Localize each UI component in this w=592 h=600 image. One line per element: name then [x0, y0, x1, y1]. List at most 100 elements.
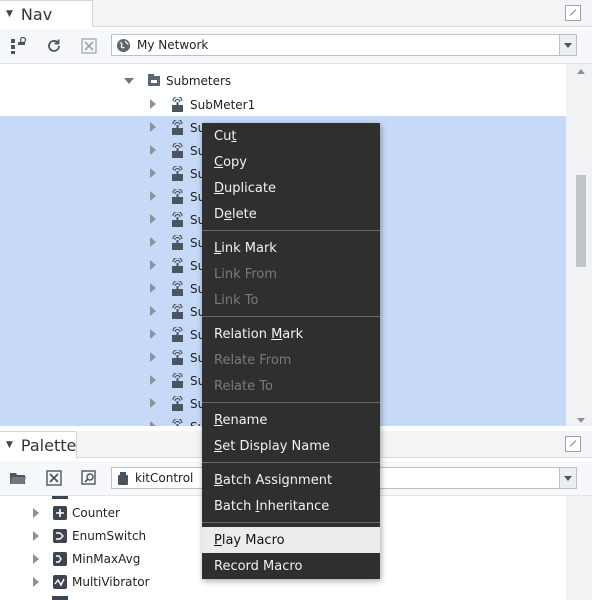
- scrollbar-thumb[interactable]: [576, 175, 586, 267]
- menu-item-label: Cut: [214, 128, 237, 144]
- menu-item-record-macro[interactable]: Record Macro: [202, 553, 380, 579]
- close-box-icon[interactable]: [44, 468, 64, 488]
- menu-item-relate-to: Relate To: [202, 373, 380, 399]
- menu-item-label: Link Mark: [214, 240, 277, 256]
- submeter-device-icon: [171, 394, 183, 411]
- menu-item-batch-assignment[interactable]: Batch Assignment: [202, 467, 380, 493]
- counter-icon: [53, 506, 67, 520]
- expand-arrow-icon[interactable]: [150, 398, 156, 408]
- chevron-down-icon[interactable]: [559, 35, 576, 55]
- multivibrator-icon: [53, 575, 67, 589]
- expand-arrow-icon[interactable]: [150, 214, 156, 224]
- expand-arrow-icon[interactable]: [33, 531, 39, 541]
- network-combo-text: My Network: [137, 38, 209, 52]
- submeter-device-icon: [171, 164, 183, 181]
- open-folder-icon[interactable]: [8, 468, 28, 488]
- nav-tab[interactable]: ▼ Nav: [0, 0, 93, 27]
- expand-arrow-icon[interactable]: [150, 99, 156, 109]
- expand-arrow-icon[interactable]: [150, 352, 156, 362]
- network-combo[interactable]: My Network: [111, 34, 577, 56]
- palette-title: Palette: [20, 435, 77, 455]
- expand-arrow-icon[interactable]: [150, 329, 156, 339]
- palette-item-label: EnumSwitch: [72, 529, 147, 543]
- expand-arrow-icon[interactable]: [33, 554, 39, 564]
- maximize-icon[interactable]: [565, 5, 581, 21]
- menu-item-label: Relate To: [214, 378, 273, 394]
- menu-separator: [202, 522, 380, 523]
- tree-row[interactable]: SubMeter1: [0, 93, 566, 116]
- menu-item-delete[interactable]: Delete: [202, 201, 380, 227]
- submeter-device-icon: [171, 348, 183, 365]
- expand-arrow-icon[interactable]: [150, 145, 156, 155]
- expand-arrow-icon[interactable]: [150, 122, 156, 132]
- tree-row-label: SubMeter1: [190, 97, 256, 112]
- palette-item-partial: [52, 596, 68, 600]
- menu-item-batch-inheritance[interactable]: Batch Inheritance: [202, 493, 380, 519]
- menu-item-cut[interactable]: Cut: [202, 123, 380, 149]
- min-max-avg-icon: [53, 552, 67, 566]
- refresh-icon[interactable]: [44, 36, 64, 56]
- expand-arrow-icon[interactable]: [150, 283, 156, 293]
- menu-item-label: Set Display Name: [214, 438, 330, 454]
- expand-arrow-icon[interactable]: [150, 260, 156, 270]
- menu-item-link-from: Link From: [202, 261, 380, 287]
- menu-separator: [202, 316, 380, 317]
- menu-item-label: Delete: [214, 206, 257, 222]
- close-box-icon[interactable]: [79, 36, 99, 56]
- menu-separator: [202, 230, 380, 231]
- tree-row-label: Submeters: [166, 73, 232, 88]
- nav-scrollbar[interactable]: [566, 64, 592, 426]
- menu-item-copy[interactable]: Copy: [202, 149, 380, 175]
- menu-item-duplicate[interactable]: Duplicate: [202, 175, 380, 201]
- folder-icon: [147, 73, 160, 87]
- submeter-device-icon: [171, 371, 183, 388]
- menu-item-label: Record Macro: [214, 558, 303, 574]
- expand-arrow-icon[interactable]: [150, 237, 156, 247]
- scroll-up-icon[interactable]: [577, 69, 585, 74]
- palette-item-label: MultiVibrator: [72, 575, 150, 589]
- menu-item-link-mark[interactable]: Link Mark: [202, 235, 380, 261]
- palette-scrollbar[interactable]: [566, 496, 592, 600]
- menu-item-label: Link To: [214, 292, 259, 308]
- expand-arrow-icon[interactable]: [150, 421, 156, 426]
- menu-item-relate-from: Relate From: [202, 347, 380, 373]
- submeter-device-icon: [171, 325, 183, 342]
- chevron-down-icon[interactable]: [559, 468, 576, 488]
- collapse-arrow-icon[interactable]: ▼: [6, 9, 13, 19]
- expand-arrow-icon[interactable]: [33, 577, 39, 587]
- submeter-device-icon: [171, 118, 183, 135]
- submeter-device-icon: [171, 279, 183, 296]
- enum-switch-icon: [53, 529, 67, 543]
- find-icon[interactable]: [79, 468, 99, 488]
- menu-item-set-display-name[interactable]: Set Display Name: [202, 433, 380, 459]
- menu-separator: [202, 402, 380, 403]
- tree-row-submeters[interactable]: Submeters: [0, 69, 566, 92]
- expand-arrow-icon[interactable]: [150, 191, 156, 201]
- expand-arrow-icon[interactable]: [150, 168, 156, 178]
- menu-item-label: Relation Mark: [214, 326, 304, 342]
- expand-arrow-icon[interactable]: [124, 78, 134, 84]
- maximize-icon[interactable]: [565, 436, 581, 452]
- scroll-down-icon[interactable]: [577, 418, 585, 423]
- module-jar-icon: [117, 471, 129, 486]
- menu-item-relation-mark[interactable]: Relation Mark: [202, 321, 380, 347]
- palette-item-label: Counter: [72, 506, 120, 520]
- expand-arrow-icon[interactable]: [150, 306, 156, 316]
- collapse-arrow-icon[interactable]: ▼: [6, 440, 13, 450]
- palette-item-partial: [52, 496, 68, 499]
- nav-toolbar: My Network: [0, 29, 592, 64]
- menu-item-label: Relate From: [214, 352, 292, 368]
- menu-item-rename[interactable]: Rename: [202, 407, 380, 433]
- submeter-device-icon: [171, 302, 183, 319]
- menu-item-link-to: Link To: [202, 287, 380, 313]
- menu-item-label: Batch Assignment: [214, 472, 333, 488]
- tree-node-icon[interactable]: [8, 36, 28, 56]
- expand-arrow-icon[interactable]: [150, 375, 156, 385]
- menu-item-label: Batch Inheritance: [214, 498, 330, 514]
- menu-item-label: Link From: [214, 266, 277, 282]
- menu-separator: [202, 462, 380, 463]
- palette-tab[interactable]: ▼ Palette: [0, 431, 77, 458]
- menu-item-label: Copy: [214, 154, 247, 170]
- expand-arrow-icon[interactable]: [33, 508, 39, 518]
- menu-item-play-macro[interactable]: Play Macro: [202, 527, 380, 553]
